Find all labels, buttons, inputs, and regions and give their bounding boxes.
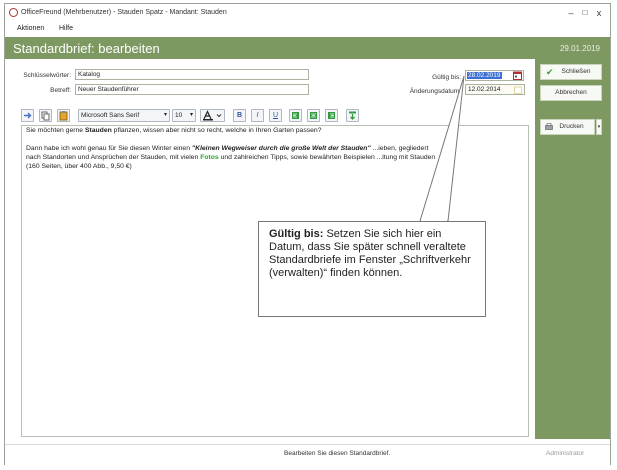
help-callout: Gültig bis: Setzen Sie sich hier ein Dat… (258, 221, 486, 317)
callout-title: Gültig bis: (269, 228, 324, 240)
